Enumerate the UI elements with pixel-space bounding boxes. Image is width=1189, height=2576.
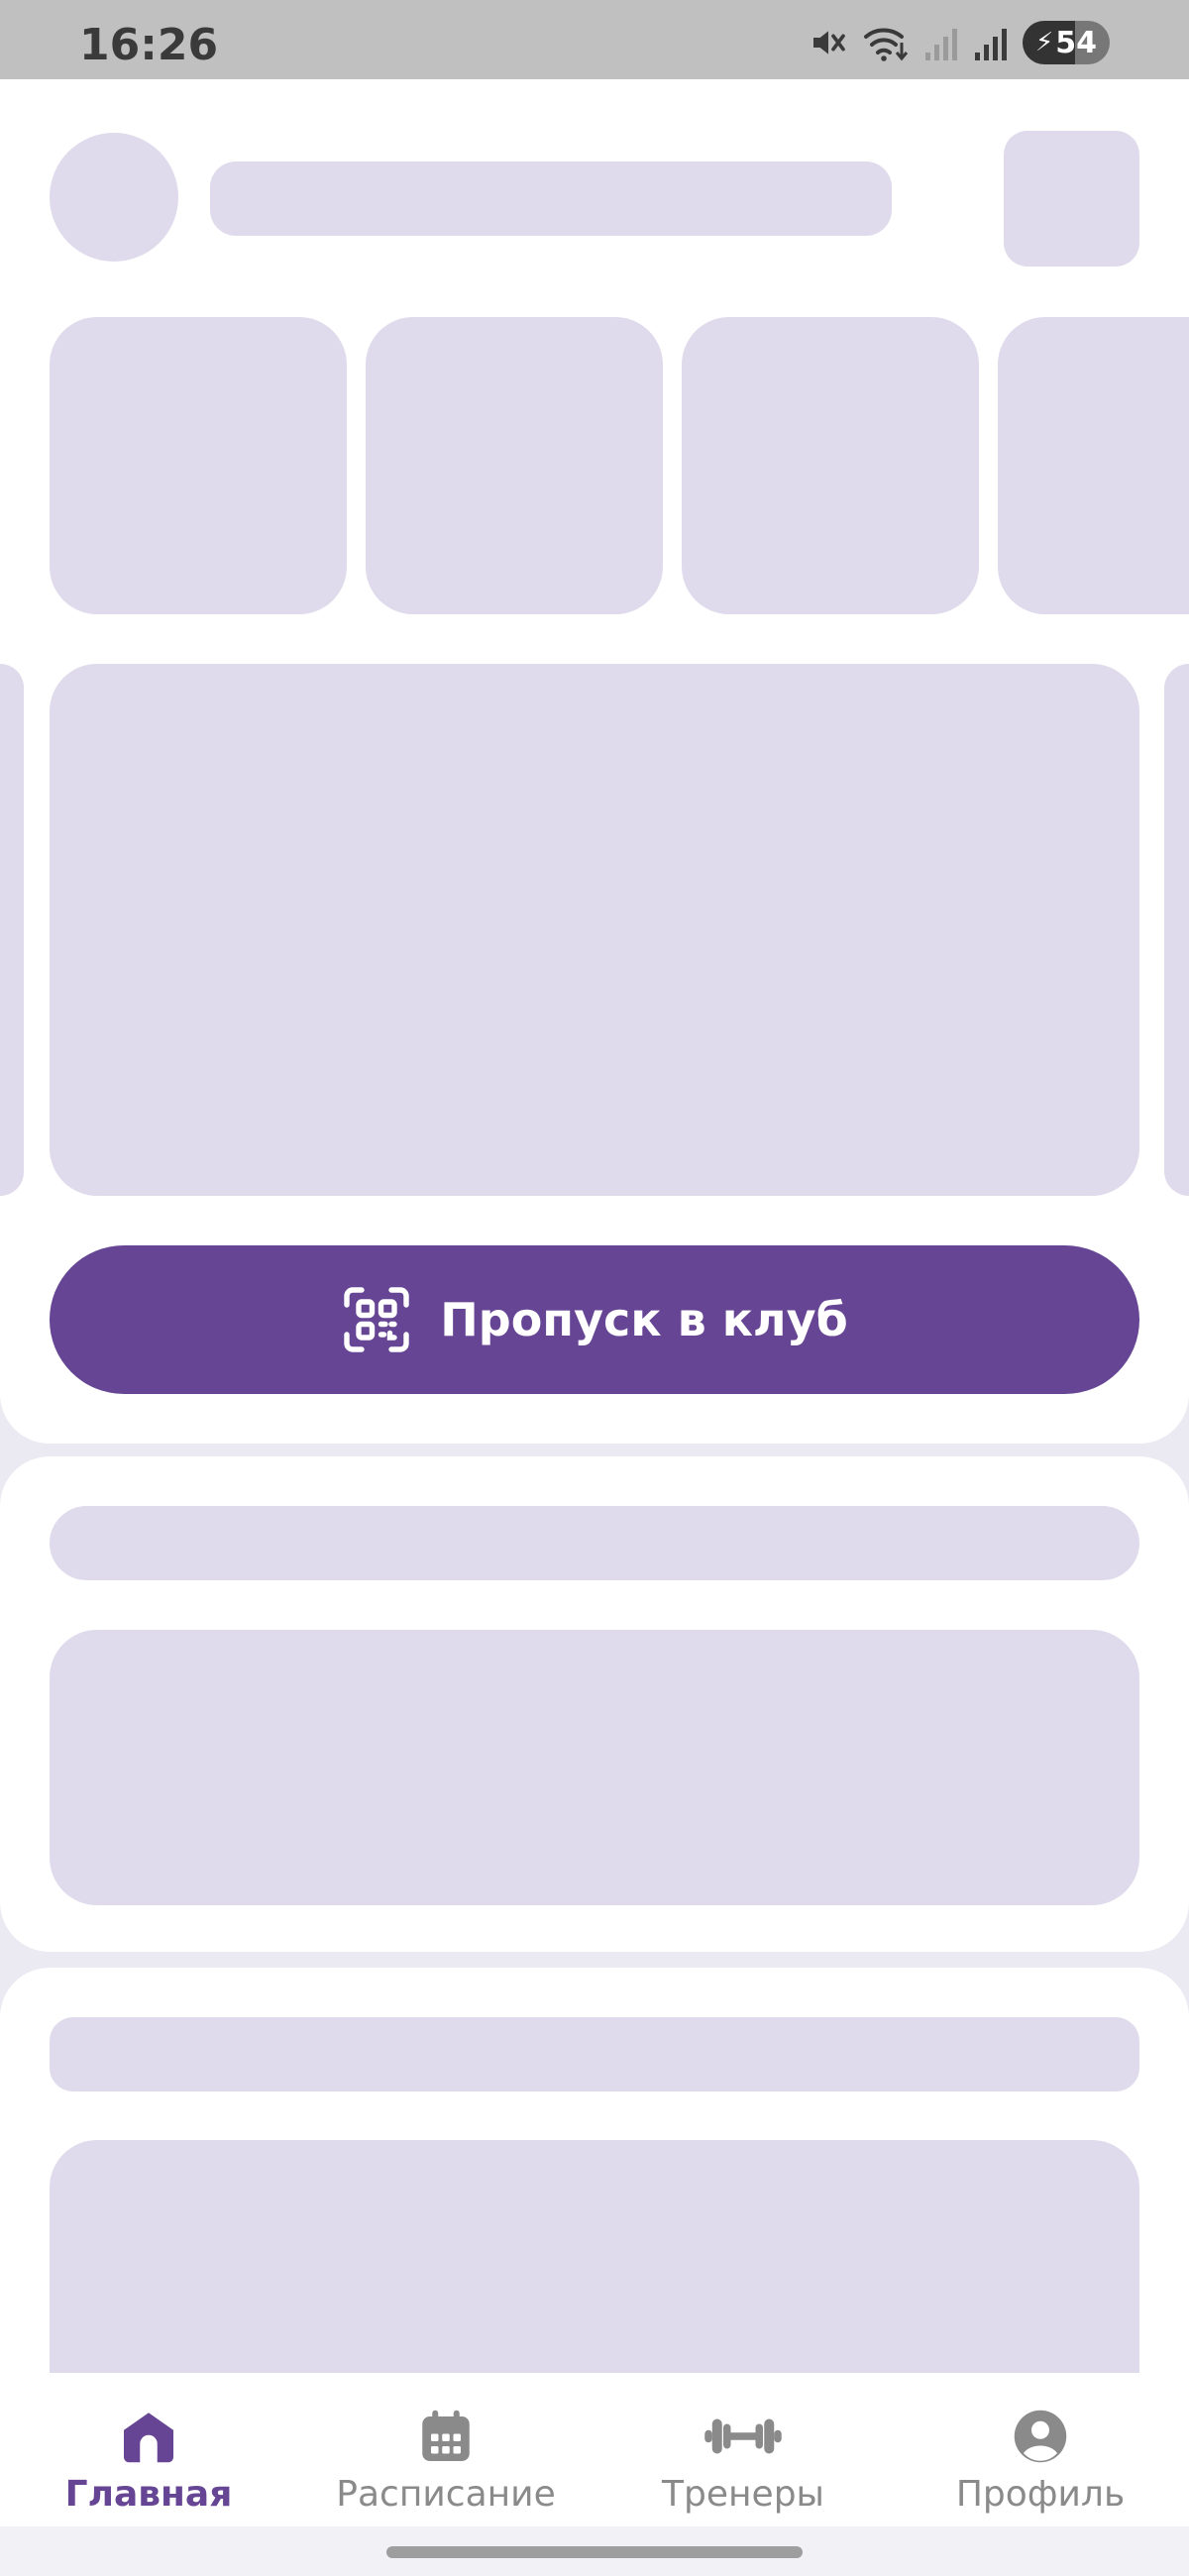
qr-scan-icon — [344, 1287, 409, 1352]
category-tile-placeholder — [998, 317, 1189, 614]
section-card — [0, 1456, 1189, 1952]
greeting-placeholder — [210, 161, 892, 236]
tab-profile[interactable]: Профиль — [892, 2373, 1189, 2526]
tab-schedule[interactable]: Расписание — [297, 2373, 594, 2526]
dumbbell-icon — [704, 2418, 782, 2454]
section-card — [0, 1968, 1189, 2378]
tab-trainers-label: Тренеры — [662, 2474, 824, 2515]
home-header-card — [0, 79, 1189, 1444]
battery-level: 54 — [1055, 25, 1097, 60]
home-icon — [124, 2413, 173, 2463]
wifi-icon — [864, 28, 909, 61]
category-tile-placeholder — [50, 317, 347, 614]
battery-icon: ⚡ 54 — [1023, 21, 1110, 64]
tab-schedule-label: Расписание — [336, 2474, 556, 2515]
notification-placeholder — [1004, 131, 1139, 267]
avatar-placeholder — [50, 133, 178, 262]
section-content-placeholder — [50, 1630, 1139, 1905]
home-indicator[interactable] — [386, 2546, 803, 2558]
signal-weak-icon — [925, 29, 957, 60]
tab-trainers[interactable]: Тренеры — [594, 2373, 892, 2526]
tab-home[interactable]: Главная — [0, 2373, 297, 2526]
status-icons: ⚡ 54 — [809, 18, 1110, 67]
profile-icon — [1014, 2410, 1067, 2463]
club-pass-label: Пропуск в клуб — [440, 1293, 848, 1346]
bottom-tab-bar: Главная Расписание Тренеры Профиль — [0, 2373, 1189, 2526]
signal-icon — [975, 29, 1007, 60]
club-pass-button[interactable]: Пропуск в клуб — [50, 1245, 1139, 1394]
mute-icon — [813, 31, 845, 54]
banner-placeholder — [50, 664, 1139, 1196]
section-title-placeholder — [50, 1506, 1139, 1580]
status-time: 16:26 — [79, 20, 219, 70]
status-bar: 16:26 ⚡ 54 — [0, 0, 1189, 79]
charging-bolt-icon: ⚡ — [1034, 28, 1054, 57]
calendar-icon — [422, 2410, 470, 2461]
banner-placeholder-prev — [0, 664, 24, 1196]
section-content-placeholder — [50, 2140, 1139, 2378]
tab-home-label: Главная — [64, 2474, 233, 2515]
category-tile-placeholder — [682, 317, 979, 614]
system-navigation-area — [0, 2526, 1189, 2576]
banner-placeholder-next — [1164, 664, 1189, 1196]
category-tile-placeholder — [366, 317, 663, 614]
section-title-placeholder — [50, 2017, 1139, 2092]
tab-profile-label: Профиль — [955, 2474, 1126, 2515]
